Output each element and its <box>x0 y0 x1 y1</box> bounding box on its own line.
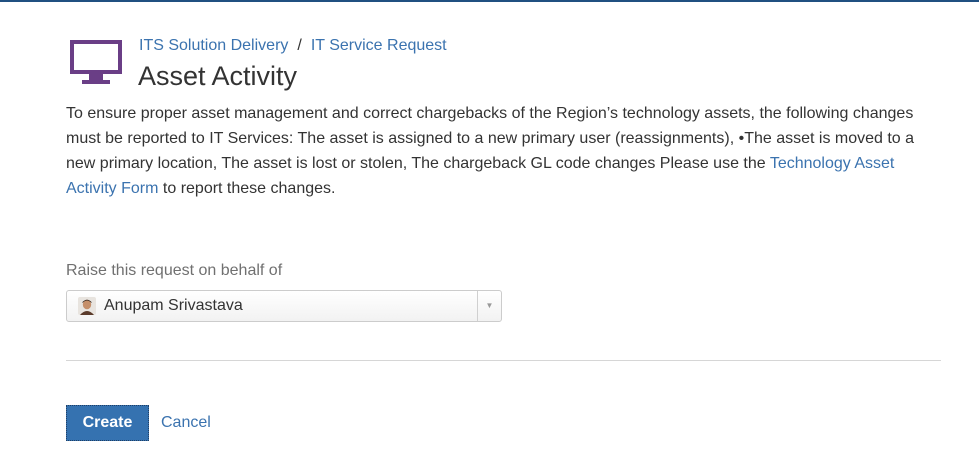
breadcrumb-request-type-link[interactable]: IT Service Request <box>311 37 447 54</box>
description-text-end: to report these changes. <box>158 180 336 197</box>
on-behalf-select[interactable]: Anupam Srivastava ▼ <box>66 290 502 322</box>
chevron-down-icon: ▼ <box>485 301 494 310</box>
selected-user-name: Anupam Srivastava <box>104 297 243 314</box>
breadcrumb: ITS Solution Delivery / IT Service Request <box>139 36 447 56</box>
page-title: Asset Activity <box>138 61 298 91</box>
breadcrumb-separator: / <box>297 37 302 54</box>
on-behalf-label: Raise this request on behalf of <box>66 262 283 279</box>
dropdown-toggle[interactable]: ▼ <box>477 291 501 321</box>
cancel-link[interactable]: Cancel <box>161 413 211 433</box>
request-description: To ensure proper asset management and co… <box>66 101 946 201</box>
top-border <box>0 0 979 2</box>
monitor-icon <box>70 40 122 84</box>
form-divider <box>66 360 941 361</box>
user-avatar <box>78 297 96 315</box>
breadcrumb-project-link[interactable]: ITS Solution Delivery <box>139 37 288 54</box>
create-button[interactable]: Create <box>66 405 149 441</box>
